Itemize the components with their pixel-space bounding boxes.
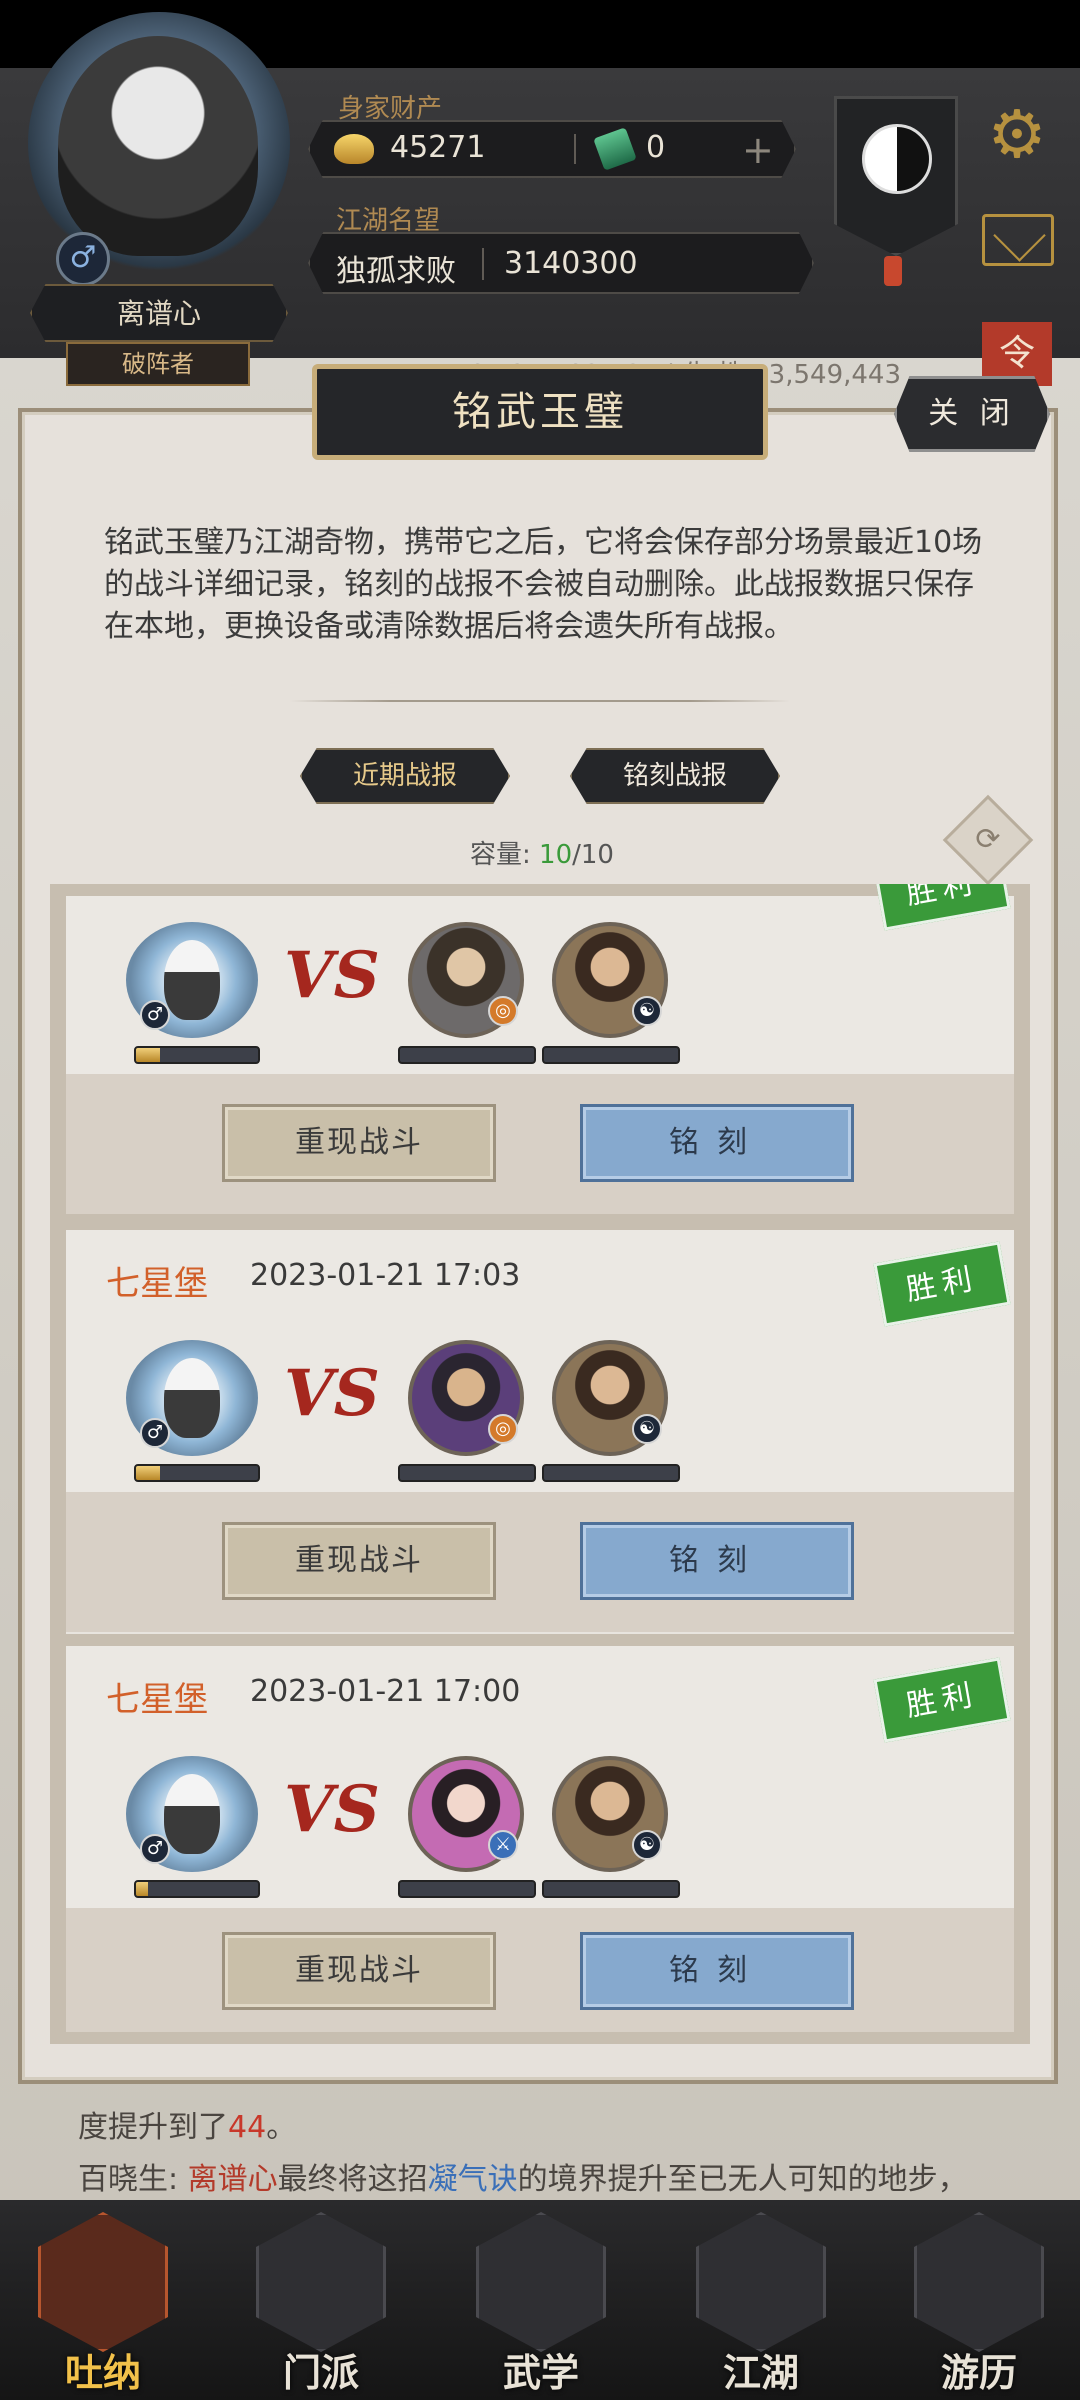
nav-jianghu[interactable]: 江湖 <box>686 2212 836 2395</box>
gold-ingot-icon <box>334 134 374 164</box>
sect-flag-icon <box>256 2212 386 2352</box>
nav-travel[interactable]: 游历 <box>904 2212 1054 2395</box>
ornament-divider <box>290 700 790 702</box>
sect-badge-icon: ◎ <box>488 1414 518 1444</box>
nav-label: 游历 <box>940 2350 1017 2395</box>
taiji-badge-icon: ☯ <box>632 1830 662 1860</box>
log-player-name: 离谱心 <box>187 2162 278 2197</box>
player-title: 破阵者 <box>66 342 250 386</box>
nav-label: 武学 <box>502 2350 579 2395</box>
card-actions <box>66 1492 1014 1632</box>
enemy-hp-bar <box>542 1880 680 1898</box>
replay-battle-button[interactable]: 重现战斗 <box>222 1932 496 2010</box>
battle-report-card: 七星堡 2023-01-21 17:03 胜利 ♂ VS ◎ ☯ 重现战斗 铭刻 <box>66 1230 1014 1634</box>
vs-label: VS <box>284 1772 380 1847</box>
fame-label: 江湖名望 <box>336 206 441 236</box>
avatar-portrait <box>58 36 258 256</box>
player-hp-bar <box>134 1464 260 1482</box>
replay-battle-button[interactable]: 重现战斗 <box>222 1104 496 1182</box>
log-text: 最终将这招 <box>277 2162 428 2197</box>
sect-badge-icon: ⚔ <box>488 1830 518 1860</box>
capacity-label: 容量: <box>470 840 540 870</box>
nav-sect[interactable]: 门派 <box>246 2212 396 2395</box>
player-hp-bar <box>134 1046 260 1064</box>
engrave-button[interactable]: 铭刻 <box>580 1932 854 2010</box>
taiji-badge-icon: ☯ <box>632 1414 662 1444</box>
player-name: 离谱心 <box>30 284 288 342</box>
hp-fill <box>136 1466 161 1480</box>
bottom-nav: 吐纳 门派 武学 江湖 游历 <box>0 2200 1080 2400</box>
straw-hat-icon <box>696 2212 826 2352</box>
battle-report-list[interactable]: 胜利 ♂ VS ◎ ☯ 重现战斗 铭刻 七星堡 2023-01-21 17:03… <box>50 884 1030 2044</box>
capacity-indicator: 容量: 10/10 <box>470 834 614 871</box>
battle-time: 2023-01-21 17:03 <box>250 1258 521 1293</box>
refresh-icon: ⟳ <box>975 822 1001 857</box>
nav-martial-arts[interactable]: 武学 <box>466 2212 616 2395</box>
log-text: 的境界提升至已无人可知的地步， <box>517 2162 968 2197</box>
log-skill-name: 凝气诀 <box>427 2162 518 2197</box>
nav-label: 江湖 <box>722 2350 799 2395</box>
enemy-hp-bar <box>398 1046 536 1064</box>
log-number: 44 <box>228 2110 267 2145</box>
gender-icon: ♂ <box>140 1418 170 1448</box>
log-line: 度提升到了44。 <box>78 2102 296 2146</box>
card-actions <box>66 1074 1014 1214</box>
dialog-title: 铭武玉璧 <box>312 364 768 460</box>
engrave-button[interactable]: 铭刻 <box>580 1522 854 1600</box>
dialog-description: 铭武玉璧乃江湖奇物，携带它之后，它将会保存部分场景最近10场的战斗详细记录，铭刻… <box>104 525 983 644</box>
taiji-icon <box>862 124 932 194</box>
tab-engraved-reports[interactable]: 铭刻战报 <box>570 748 780 804</box>
gear-icon[interactable]: ⚙ <box>982 100 1052 170</box>
card-actions <box>66 1908 1014 2032</box>
engrave-button[interactable]: 铭刻 <box>580 1104 854 1182</box>
log-text: 度提升到了 <box>78 2110 228 2145</box>
divider <box>482 248 484 280</box>
add-currency-icon[interactable]: + <box>742 128 774 172</box>
tassel-icon <box>884 256 902 286</box>
log-line: 百晓生: 离谱心最终将这招凝气诀的境界提升至已无人可知的地步， <box>78 2154 968 2198</box>
mail-icon[interactable] <box>982 214 1054 266</box>
replay-battle-button[interactable]: 重现战斗 <box>222 1522 496 1600</box>
enemy-hp-bar <box>542 1464 680 1482</box>
enemy-hp-bar <box>398 1880 536 1898</box>
horse-icon <box>914 2212 1044 2352</box>
player-hp-bar <box>134 1880 260 1898</box>
gender-icon: ♂ <box>140 1000 170 1030</box>
capacity-current: 10 <box>539 840 573 870</box>
log-text: 。 <box>266 2110 297 2145</box>
nav-label: 门派 <box>282 2350 359 2395</box>
currency-bar <box>308 120 796 178</box>
nav-tuna[interactable]: 吐纳 <box>28 2212 178 2395</box>
fame-title: 独孤求败 <box>336 254 456 289</box>
capacity-max: /10 <box>572 840 614 870</box>
gender-icon: ♂ <box>140 1834 170 1864</box>
gold-amount: 45271 <box>390 130 486 165</box>
vs-label: VS <box>284 938 380 1013</box>
hp-fill <box>136 1882 149 1896</box>
battle-report-card: 七星堡 2023-01-21 17:00 胜利 ♂ VS ⚔ ☯ 重现战斗 铭刻 <box>66 1646 1014 2032</box>
battle-location: 七星堡 <box>106 1264 208 1304</box>
gender-icon: ♂ <box>56 232 110 286</box>
wealth-label: 身家财产 <box>338 94 443 124</box>
fame-value: 3140300 <box>504 246 638 281</box>
hp-fill <box>136 1048 161 1062</box>
meditation-icon <box>38 2212 168 2352</box>
battle-report-card: 胜利 ♂ VS ◎ ☯ 重现战斗 铭刻 <box>66 884 1014 1214</box>
taiji-badge-icon: ☯ <box>632 996 662 1026</box>
battle-location: 七星堡 <box>106 1680 208 1720</box>
close-button[interactable]: 关 闭 <box>894 376 1050 452</box>
scroll-book-icon <box>476 2212 606 2352</box>
enemy-hp-bar <box>398 1464 536 1482</box>
log-text: 百晓生: <box>78 2162 188 2197</box>
jade-amount: 0 <box>646 130 666 165</box>
vs-label: VS <box>284 1356 380 1431</box>
divider <box>574 134 576 164</box>
tab-recent-reports[interactable]: 近期战报 <box>300 748 510 804</box>
battle-time: 2023-01-21 17:00 <box>250 1674 521 1709</box>
sect-badge-icon: ◎ <box>488 996 518 1026</box>
enemy-hp-bar <box>542 1046 680 1064</box>
nav-label: 吐纳 <box>64 2350 141 2395</box>
